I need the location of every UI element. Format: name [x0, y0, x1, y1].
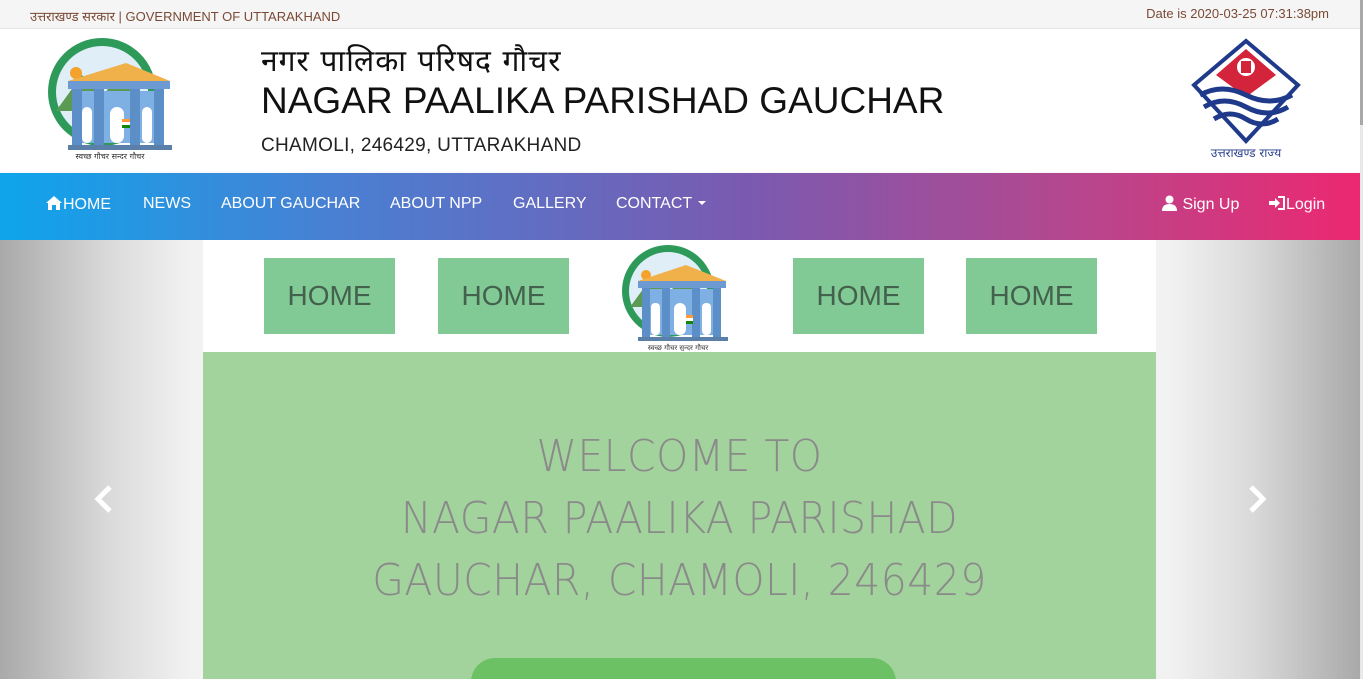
chevron-left-icon[interactable] — [92, 484, 118, 514]
government-label: उत्तराखण्ड सरकार | GOVERNMENT OF UTTARAK… — [30, 9, 341, 24]
nav-about-gauchar[interactable]: ABOUT GAUCHAR — [221, 195, 360, 213]
carousel-slide: HOME HOME स्वच्छ गौचर सुन्दर गौचर HOME H… — [203, 240, 1156, 679]
slide-home-button-2[interactable]: HOME — [438, 258, 569, 334]
slide-logo-caption: स्वच्छ गौचर सुन्दर गौचर — [648, 343, 709, 351]
nav-contact-label: CONTACT — [616, 195, 693, 212]
nav-news[interactable]: NEWS — [143, 195, 191, 213]
nav-home[interactable]: HOME — [45, 195, 111, 214]
chevron-right-icon[interactable] — [1243, 484, 1269, 514]
nav-home-label: HOME — [63, 196, 111, 213]
header-titles: नगर पालिका परिषद गौचर NAGAR PAALIKA PARI… — [261, 45, 944, 157]
welcome-cta-button[interactable] — [471, 658, 896, 679]
left-logo-caption: स्वच्छ गौचर सुन्दर गौचर — [76, 151, 146, 159]
nav-contact-dropdown[interactable]: CONTACT — [616, 195, 707, 213]
site-title-hindi: नगर पालिका परिषद गौचर — [261, 44, 562, 79]
date-display: Date is 2020-03-25 07:31:38pm — [1146, 6, 1329, 21]
welcome-text: WELCOME TO NAGAR PAALIKA PARISHAD GAUCHA… — [203, 426, 1156, 612]
top-strip: उत्तराखण्ड सरकार | GOVERNMENT OF UTTARAK… — [0, 0, 1360, 29]
nav-signup-label: Sign Up — [1182, 196, 1240, 213]
site-subtitle: CHAMOLI, 246429, UTTARAKHAND — [261, 135, 582, 156]
hero-carousel: HOME HOME स्वच्छ गौचर सुन्दर गौचर HOME H… — [0, 240, 1360, 679]
nav-about-npp[interactable]: ABOUT NPP — [390, 195, 482, 213]
nav-login-label: Login — [1286, 196, 1326, 213]
page: उत्तराखण्ड सरकार | GOVERNMENT OF UTTARAK… — [0, 0, 1363, 679]
slide-home-button-1[interactable]: HOME — [264, 258, 395, 334]
welcome-line-1: WELCOME TO — [536, 431, 823, 482]
welcome-panel: WELCOME TO NAGAR PAALIKA PARISHAD GAUCHA… — [203, 352, 1156, 679]
nav-gallery[interactable]: GALLERY — [513, 195, 587, 213]
nav-login[interactable]: Login — [1268, 195, 1325, 214]
nav-signup[interactable]: Sign Up — [1161, 195, 1239, 214]
login-icon — [1269, 196, 1285, 210]
site-title-english: NAGAR PAALIKA PARISHAD GAUCHAR — [261, 80, 945, 121]
welcome-line-2: NAGAR PAALIKA PARISHAD — [400, 493, 959, 544]
uttarakhand-state-logo: उत्तराखण्ड राज्य — [1191, 38, 1301, 160]
caret-down-icon — [698, 201, 707, 205]
site-header: स्वच्छ गौचर सुन्दर गौचर नगर पालिका परिषद… — [0, 29, 1360, 173]
main-navbar: HOME NEWS ABOUT GAUCHAR ABOUT NPP GALLER… — [0, 173, 1360, 240]
right-logo-caption: उत्तराखण्ड राज्य — [1211, 146, 1283, 160]
slide-npp-logo: स्वच्छ गौचर सुन्दर गौचर — [622, 245, 728, 351]
home-icon — [46, 196, 62, 210]
slide-home-button-4[interactable]: HOME — [966, 258, 1097, 334]
slide-home-button-3[interactable]: HOME — [793, 258, 924, 334]
npp-gauchar-logo: स्वच्छ गौचर सुन्दर गौचर — [48, 38, 172, 159]
welcome-line-3: GAUCHAR, CHAMOLI, 246429 — [372, 555, 987, 606]
user-icon — [1162, 195, 1177, 211]
